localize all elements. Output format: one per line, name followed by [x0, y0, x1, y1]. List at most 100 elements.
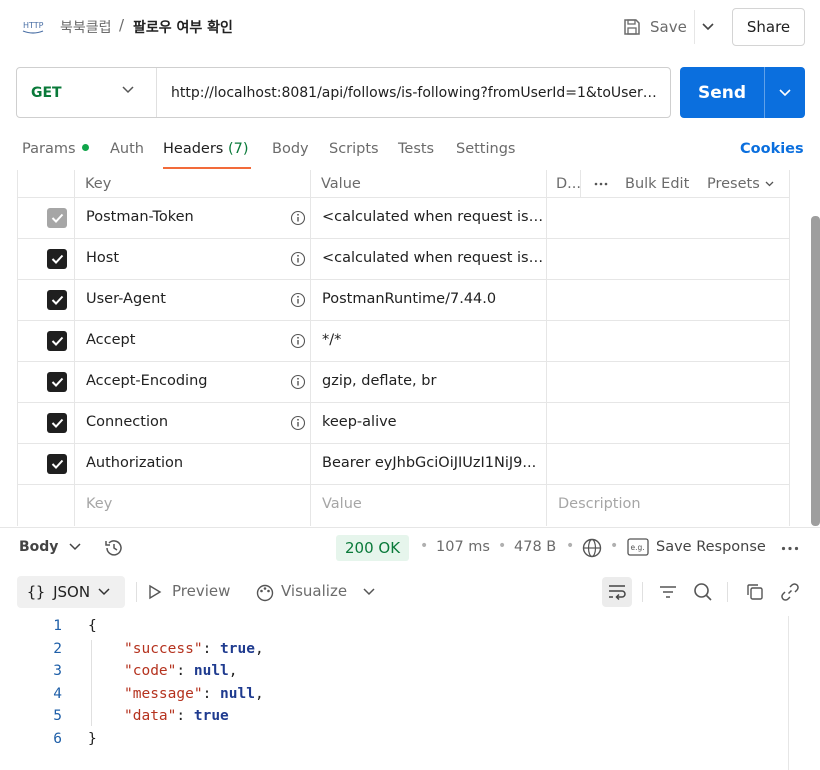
headers-table-head: Key Value D... Bulk Edit Presets — [18, 170, 789, 198]
info-icon[interactable] — [290, 210, 306, 226]
new-value-input[interactable]: Value — [322, 496, 544, 512]
header-value[interactable]: <calculated when request is sent> — [322, 250, 544, 266]
check-icon — [51, 254, 63, 264]
json-value: null — [220, 685, 255, 702]
header-key[interactable]: Connection — [86, 414, 168, 430]
row-checkbox[interactable] — [47, 372, 67, 392]
tab-auth[interactable]: Auth — [110, 141, 144, 157]
header-value[interactable]: <calculated when request is sent> — [322, 209, 544, 225]
filter-button[interactable] — [653, 577, 683, 607]
breadcrumb-current[interactable]: 팔로우 여부 확인 — [133, 17, 233, 37]
row-checkbox[interactable] — [47, 413, 67, 433]
toolbar-divider — [136, 582, 137, 602]
globe-icon[interactable] — [581, 537, 603, 559]
header-value[interactable]: PostmanRuntime/7.44.0 — [322, 291, 544, 307]
check-icon — [51, 418, 63, 428]
separator-dot: • — [498, 538, 507, 554]
table-row: Postman-Token <calculated when request is… — [18, 198, 789, 239]
row-checkbox[interactable] — [47, 290, 67, 310]
json-key: "success" — [124, 640, 203, 657]
save-response-button[interactable]: Save Response — [656, 539, 766, 555]
share-button[interactable]: Share — [732, 8, 805, 46]
line-number: 6 — [53, 731, 62, 747]
format-select[interactable]: {} JSON — [17, 576, 125, 608]
chevron-down-icon — [765, 181, 774, 187]
presets-button[interactable]: Presets — [707, 170, 774, 198]
row-checkbox[interactable] — [47, 249, 67, 269]
header-key[interactable]: Host — [86, 250, 119, 266]
new-key-input[interactable]: Key — [86, 496, 112, 512]
play-icon[interactable] — [148, 584, 162, 600]
save-options-button[interactable] — [694, 10, 720, 44]
row-checkbox — [47, 208, 67, 228]
code-line: { — [88, 618, 97, 634]
line-number: 1 — [53, 618, 62, 634]
header-value[interactable]: */* — [322, 332, 544, 348]
method-select[interactable]: GET — [17, 68, 157, 117]
visualize-icon[interactable] — [254, 581, 276, 603]
cookies-link[interactable]: Cookies — [740, 141, 804, 157]
chevron-down-icon[interactable] — [363, 588, 375, 596]
header-key[interactable]: Postman-Token — [86, 209, 194, 225]
scrollbar[interactable] — [811, 216, 820, 526]
row-checkbox[interactable] — [47, 331, 67, 351]
breadcrumb-parent[interactable]: 북북클럽 — [60, 17, 112, 37]
info-icon[interactable] — [290, 415, 306, 431]
more-options-icon[interactable] — [594, 170, 608, 198]
link-button[interactable] — [775, 577, 805, 607]
line-number: 4 — [53, 685, 62, 702]
copy-button[interactable] — [740, 577, 770, 607]
toolbar-divider — [642, 582, 643, 602]
preview-button[interactable]: Preview — [172, 582, 230, 600]
url-input[interactable]: http://localhost:8081/api/follows/is-fol… — [157, 68, 670, 117]
history-icon[interactable] — [103, 537, 125, 559]
table-row: Accept */* — [18, 321, 789, 362]
header-key[interactable]: User-Agent — [86, 291, 166, 307]
more-options-icon[interactable] — [781, 546, 799, 551]
header-value[interactable]: Bearer eyJhbGciOiJIUzI1NiJ9... — [322, 455, 544, 471]
header-value[interactable]: keep-alive — [322, 414, 544, 430]
response-body-select[interactable]: Body — [19, 539, 58, 555]
search-icon — [694, 583, 712, 601]
json-key: "data" — [124, 708, 177, 725]
check-icon — [51, 213, 63, 223]
active-tab-underline — [163, 167, 251, 169]
info-icon[interactable] — [290, 251, 306, 267]
column-value: Value — [321, 176, 361, 192]
response-code-viewer[interactable]: 1 {2 "success": true, 3 "code": null, 4 "messa… — [0, 616, 788, 770]
send-options-button[interactable] — [764, 67, 805, 118]
chevron-down-icon[interactable] — [69, 543, 81, 551]
search-button[interactable] — [688, 577, 718, 607]
send-button[interactable]: Send — [680, 67, 764, 118]
tab-headers[interactable]: Headers (7) — [163, 141, 249, 157]
response-size[interactable]: 478 B — [514, 539, 556, 555]
save-button[interactable]: Save — [618, 10, 694, 44]
visualize-button[interactable]: Visualize — [281, 582, 347, 600]
status-badge[interactable]: 200 OK — [336, 535, 410, 561]
tab-settings[interactable]: Settings — [456, 141, 515, 157]
json-comma: , — [254, 685, 264, 702]
info-icon[interactable] — [290, 292, 306, 308]
header-key[interactable]: Authorization — [86, 455, 183, 471]
tab-scripts[interactable]: Scripts — [329, 141, 379, 157]
header-key[interactable]: Accept-Encoding — [86, 373, 207, 389]
tab-params-label: Params — [22, 141, 76, 157]
info-icon[interactable] — [290, 333, 306, 349]
bulk-edit-button[interactable]: Bulk Edit — [625, 170, 689, 198]
header-key[interactable]: Accept — [86, 332, 135, 348]
json-key: "message" — [124, 685, 203, 702]
tab-body[interactable]: Body — [272, 141, 309, 157]
header-value[interactable]: gzip, deflate, br — [322, 373, 544, 389]
copy-icon — [747, 584, 763, 600]
row-checkbox[interactable] — [47, 454, 67, 474]
tab-tests[interactable]: Tests — [398, 141, 434, 157]
info-icon[interactable] — [290, 374, 306, 390]
wrap-lines-button[interactable] — [602, 577, 632, 607]
code-line: "code": null, — [124, 663, 238, 679]
request-tabs: Params Auth Headers (7) Body Scripts Tes… — [0, 136, 820, 170]
new-description-input[interactable]: Description — [558, 496, 780, 512]
table-row-new: Key Value Description — [18, 485, 789, 526]
code-line: "success": true, — [124, 641, 264, 657]
tab-params[interactable]: Params — [22, 141, 89, 157]
response-time[interactable]: 107 ms — [436, 539, 490, 555]
